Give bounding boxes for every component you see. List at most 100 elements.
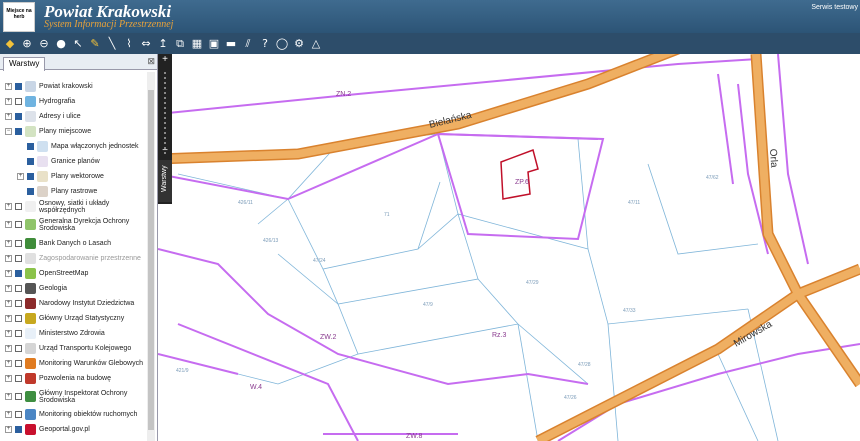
layer-checkbox[interactable] [15, 255, 22, 262]
print-icon[interactable]: ▦ [190, 37, 204, 51]
layer-icon [25, 391, 36, 402]
expand-icon[interactable]: + [5, 113, 12, 120]
layer-checkbox[interactable] [15, 203, 22, 210]
layer-checkbox[interactable] [15, 221, 22, 228]
layer-item[interactable]: + Powiat krakowski [5, 79, 93, 94]
panel-close-icon[interactable]: ⊠ [147, 56, 155, 67]
tab-layers[interactable]: Warstwy [3, 57, 46, 71]
layer-checkbox[interactable] [15, 240, 22, 247]
layer-item[interactable]: + Generalna Dyrekcja Ochrony Środowiska [5, 217, 143, 232]
map-svg[interactable]: Bielańska Orla Mirowska ZN.2 ZP.6 Rz.3 Z… [158, 54, 860, 441]
expand-icon[interactable]: + [5, 270, 12, 277]
layer-checkbox[interactable] [15, 375, 22, 382]
expand-icon[interactable]: + [5, 255, 12, 262]
layer-checkbox[interactable] [15, 330, 22, 337]
layer-item[interactable]: + Pozwolenia na budowę [5, 371, 111, 386]
layer-item[interactable]: + Bank Danych o Lasach [5, 236, 111, 251]
layer-checkbox[interactable] [15, 128, 22, 135]
measure-area-icon[interactable]: ⌇ [122, 37, 136, 51]
expand-icon[interactable]: + [5, 315, 12, 322]
layer-checkbox[interactable] [15, 426, 22, 433]
parcel-lines [158, 133, 779, 441]
layer-checkbox[interactable] [15, 98, 22, 105]
expand-icon[interactable]: + [5, 345, 12, 352]
expand-icon[interactable]: + [5, 393, 12, 400]
layer-checkbox[interactable] [15, 411, 22, 418]
layer-checkbox[interactable] [27, 143, 34, 150]
layer-checkbox[interactable] [15, 83, 22, 90]
layer-checkbox[interactable] [15, 360, 22, 367]
layer-item[interactable]: + Geologia [5, 281, 67, 296]
layer-item[interactable]: + Monitoring Warunków Glebowych [5, 356, 143, 371]
layer-item[interactable]: + Urząd Transportu Kolejowego [5, 341, 131, 356]
expand-icon[interactable]: + [5, 360, 12, 367]
measure-line-icon[interactable]: ╲ [105, 37, 119, 51]
layers-icon[interactable]: ◆ [3, 37, 17, 51]
expand-icon[interactable]: + [17, 173, 24, 180]
layer-icon [25, 343, 36, 354]
warning-icon[interactable]: △ [309, 37, 323, 51]
hatch-icon[interactable]: ⫽ [241, 37, 255, 51]
layer-item[interactable]: Granice planów [17, 154, 100, 169]
help-icon[interactable]: ? [258, 37, 272, 51]
layer-checkbox[interactable] [15, 315, 22, 322]
layer-item[interactable]: + Narodowy Instytut Dziedzictwa [5, 296, 134, 311]
grid-icon[interactable]: ▣ [207, 37, 221, 51]
layers-side-tab[interactable]: Warstwy [158, 160, 172, 202]
layer-checkbox[interactable] [27, 173, 34, 180]
layer-checkbox[interactable] [27, 188, 34, 195]
selected-parcel[interactable] [500, 149, 539, 200]
expand-icon[interactable]: + [5, 300, 12, 307]
copy-icon[interactable]: ⧉ [173, 37, 187, 51]
map-canvas[interactable]: Bielańska Orla Mirowska ZN.2 ZP.6 Rz.3 Z… [158, 54, 860, 441]
expand-icon[interactable]: + [5, 83, 12, 90]
expand-icon[interactable]: + [5, 240, 12, 247]
expand-icon[interactable]: + [5, 203, 12, 210]
pan-icon[interactable]: ⇔ [139, 37, 153, 51]
scroll-thumb[interactable] [148, 90, 154, 430]
layer-item[interactable]: + Hydrografia [5, 94, 75, 109]
svg-text:47/29: 47/29 [526, 280, 539, 286]
layer-item[interactable]: + Zagospodarowanie przestrzenne [5, 251, 141, 266]
layer-checkbox[interactable] [15, 113, 22, 120]
expand-icon[interactable]: + [5, 98, 12, 105]
layer-item[interactable]: Plany rastrowe [17, 184, 97, 199]
layer-checkbox[interactable] [15, 393, 22, 400]
layer-checkbox[interactable] [15, 345, 22, 352]
zoom-out-button[interactable]: − [158, 146, 172, 156]
layer-item[interactable]: + Główny Urząd Statystyczny [5, 311, 124, 326]
layer-checkbox[interactable] [15, 285, 22, 292]
layer-item[interactable]: + Monitoring obiektów ruchomych [5, 407, 137, 422]
info-icon[interactable]: ↥ [156, 37, 170, 51]
expand-icon[interactable]: + [5, 285, 12, 292]
layer-checkbox[interactable] [15, 270, 22, 277]
car-icon[interactable]: ▬ [224, 37, 238, 51]
layer-item[interactable]: Mapa włączonych jednostek [17, 139, 139, 154]
pencil-icon[interactable]: ✎ [88, 37, 102, 51]
zoom-out-icon[interactable]: ⊖ [37, 37, 51, 51]
expand-icon[interactable]: + [5, 426, 12, 433]
zoom-in-icon[interactable]: ⊕ [20, 37, 34, 51]
zoom-in-button[interactable]: + [158, 55, 172, 65]
layer-item[interactable]: + Geoportal.gov.pl [5, 422, 90, 437]
layer-item[interactable]: + Osnowy, siatki i układy współrzędnych [5, 199, 143, 214]
expand-icon[interactable]: + [5, 411, 12, 418]
expand-icon[interactable]: + [5, 330, 12, 337]
layer-item[interactable]: + Adresy i ulice [5, 109, 81, 124]
layer-label: Monitoring Warunków Glebowych [39, 360, 144, 367]
layer-checkbox[interactable] [27, 158, 34, 165]
expand-icon[interactable]: + [5, 375, 12, 382]
chat-icon[interactable]: ◯ [275, 37, 289, 51]
layer-item[interactable]: + Ministerstwo Zdrowia [5, 326, 105, 341]
collapse-icon[interactable]: − [5, 128, 12, 135]
layer-item[interactable]: + OpenStreetMap [5, 266, 88, 281]
pointer-icon[interactable]: ↖ [71, 37, 85, 51]
layer-checkbox[interactable] [15, 300, 22, 307]
layer-item[interactable]: − Plany miejscowe [5, 124, 91, 139]
settings-icon[interactable]: ⚙ [292, 37, 306, 51]
full-extent-icon[interactable]: ● [54, 37, 68, 51]
layer-item[interactable]: + Plany wektorowe [17, 169, 104, 184]
layer-item[interactable]: + Główny Inspektorat Ochrony Środowiska [5, 389, 143, 404]
expand-icon[interactable]: + [5, 221, 12, 228]
layers-scrollbar[interactable] [147, 72, 155, 441]
